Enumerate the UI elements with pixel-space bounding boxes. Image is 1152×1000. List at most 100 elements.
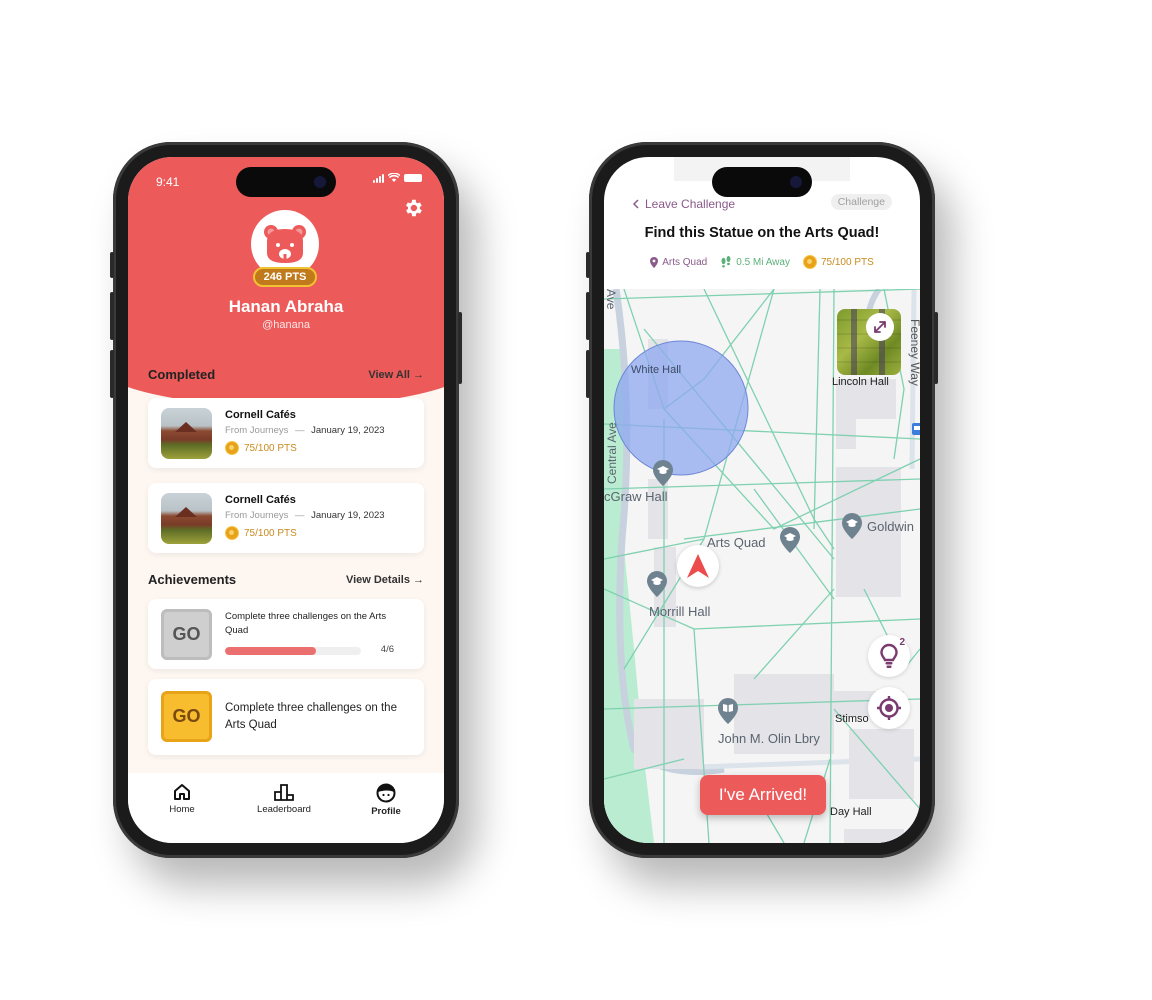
tab-profile[interactable]: Profile (341, 783, 431, 817)
coin-icon (225, 526, 239, 540)
challenge-meta: Arts Quad 0.5 Mi Away 75/100 PTS (604, 255, 920, 269)
navigation-arrow-icon (687, 554, 709, 578)
completed-points: 75/100 PTS (225, 526, 297, 540)
side-button (110, 292, 114, 340)
map-label-olin-library: John M. Olin Lbry (718, 731, 820, 746)
target-radius-circle (613, 340, 749, 476)
map-label-stimson: Stimso (835, 713, 869, 725)
tab-home-label: Home (169, 804, 195, 815)
status-time: 9:41 (156, 175, 180, 189)
completed-thumbnail (161, 408, 212, 459)
settings-gear-icon[interactable] (402, 197, 424, 219)
points-meta: 75/100 PTS (802, 255, 874, 269)
completed-source: From Journeys (225, 425, 289, 436)
challenge-screen: Leave Challenge Challenge Find this Stat… (604, 157, 920, 843)
user-name: Hanan Abraha (228, 297, 344, 316)
campus-map[interactable]: White Hall Central Ave Ave cGraw Hall Ar… (604, 289, 920, 843)
completed-card[interactable]: Cornell Cafés From Journeys — January 19… (148, 483, 424, 553)
coin-icon (802, 255, 817, 269)
map-label-arts-quad: Arts Quad (707, 535, 766, 550)
completed-card[interactable]: Cornell Cafés From Journeys — January 19… (148, 398, 424, 468)
chevron-left-icon (632, 199, 639, 209)
points-badge: 246 PTS (253, 267, 317, 287)
lightbulb-icon (880, 643, 898, 668)
completed-subtitle: From Journeys — January 19, 2023 (225, 425, 385, 436)
tab-bar: Home Leaderboard Profile (128, 773, 444, 843)
map-label-white-hall: White Hall (631, 364, 682, 376)
map-label-day-hall: Day Hall (830, 806, 872, 818)
side-button (458, 312, 462, 384)
battery-icon (404, 174, 422, 182)
achievement-badge-locked: GO (161, 609, 212, 660)
profile-screen: 9:41 246 PTS Hanan Abraha @hanana Comple… (128, 157, 444, 843)
distance-text: 0.5 Mi Away (736, 256, 790, 268)
distance-meta: 0.5 Mi Away (720, 256, 790, 268)
side-button (110, 350, 114, 398)
achievements-heading: Achievements (148, 572, 237, 587)
completed-points-text: 75/100 PTS (244, 442, 297, 454)
profile-icon (376, 783, 396, 803)
phone-challenge: Leave Challenge Challenge Find this Stat… (586, 142, 938, 858)
map-pin-goldwin[interactable] (842, 513, 862, 539)
transit-icon (912, 423, 920, 435)
side-button (110, 252, 114, 278)
achievement-card[interactable]: GO Complete three challenges on the Arts… (148, 599, 424, 669)
map-label-goldwin: Goldwin (867, 519, 914, 534)
achievement-count: 4/6 (380, 644, 394, 655)
map-label-mcgraw-hall: cGraw Hall (604, 489, 668, 504)
map-pin-arts-quad[interactable] (780, 527, 800, 553)
achievement-progress-fill (225, 647, 316, 655)
crosshair-icon (877, 696, 901, 720)
view-details-link[interactable]: View Details → (346, 574, 424, 586)
map-label-ave: Ave (604, 289, 618, 310)
side-button (586, 350, 590, 398)
hint-count-badge: 2 (899, 637, 905, 648)
leave-challenge-button[interactable]: Leave Challenge (632, 197, 735, 211)
side-button (586, 252, 590, 278)
completed-heading: Completed (148, 367, 216, 382)
footsteps-icon (721, 256, 731, 268)
expand-photo-button[interactable] (866, 313, 894, 341)
phone-profile: 9:41 246 PTS Hanan Abraha @hanana Comple… (110, 142, 462, 858)
location-pin-icon (650, 256, 659, 268)
arrived-button[interactable]: I've Arrived! (700, 775, 826, 815)
completed-title: Cornell Cafés (225, 409, 296, 421)
achievement-text: Complete three challenges on the Arts Qu… (225, 702, 397, 731)
dynamic-island (712, 167, 812, 197)
signal-icon (373, 173, 384, 183)
achievement-progress-bar (225, 647, 361, 655)
completed-date: January 19, 2023 (311, 510, 385, 521)
leave-challenge-label: Leave Challenge (645, 197, 736, 211)
completed-subtitle: From Journeys — January 19, 2023 (225, 510, 385, 521)
map-label-central-ave: Central Ave (605, 422, 619, 484)
leaderboard-icon (274, 784, 294, 801)
view-all-link[interactable]: View All → (368, 369, 424, 381)
home-icon (174, 784, 190, 800)
location-text: Arts Quad (662, 256, 708, 268)
achievement-card[interactable]: GO Complete three challenges on the Arts… (148, 679, 424, 755)
tab-leaderboard[interactable]: Leaderboard (239, 783, 329, 815)
expand-icon (874, 321, 886, 333)
side-button (934, 312, 938, 384)
completed-source: From Journeys (225, 510, 289, 521)
recenter-button[interactable] (868, 687, 910, 729)
tab-home[interactable]: Home (137, 783, 227, 815)
challenge-chip: Challenge (830, 194, 892, 210)
bear-icon (264, 225, 306, 263)
map-pin-morrill-hall[interactable] (647, 571, 667, 597)
tab-profile-label: Profile (371, 806, 401, 817)
separator: — (295, 510, 305, 521)
user-location-marker (677, 545, 719, 587)
achievement-text: Complete three challenges on the Arts Qu… (225, 611, 387, 636)
hint-button[interactable]: 2 (868, 635, 910, 677)
tab-leaderboard-label: Leaderboard (257, 804, 311, 815)
side-button (586, 292, 590, 340)
map-pin-mcgraw-hall[interactable] (653, 460, 673, 486)
map-pin-olin-library[interactable] (718, 698, 738, 724)
status-icons (373, 173, 422, 183)
map-label-lincoln-hall: Lincoln Hall (832, 376, 889, 388)
location-meta: Arts Quad (650, 256, 708, 268)
wifi-icon (388, 173, 400, 182)
map-label-morrill-hall: Morrill Hall (649, 604, 711, 619)
completed-points: 75/100 PTS (225, 441, 297, 455)
